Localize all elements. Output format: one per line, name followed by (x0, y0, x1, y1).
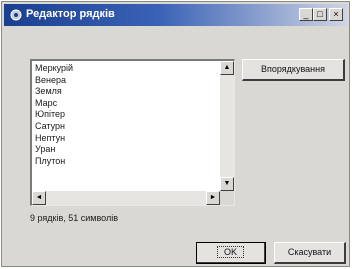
vertical-scrollbar[interactable]: ▲ ▼ (220, 61, 234, 191)
window-title: Редактор рядків (26, 8, 115, 20)
scrollbar-corner (220, 191, 234, 205)
scroll-up-arrow-icon[interactable]: ▲ (220, 61, 234, 75)
dialog-window: Редактор рядків _ □ × Меркурій Венера Зе… (1, 1, 350, 267)
gear-icon (10, 9, 22, 21)
lines-listbox[interactable]: Меркурій Венера Земля Марс Юпітер Сатурн… (30, 59, 235, 206)
horizontal-scrollbar[interactable]: ◄ ► (32, 191, 220, 205)
list-item[interactable]: Плутон (35, 156, 218, 168)
list-item[interactable]: Уран (35, 144, 218, 156)
close-button[interactable]: × (329, 8, 343, 21)
status-text: 9 рядків, 51 символів (30, 213, 119, 223)
ok-button-label: OK (216, 246, 244, 258)
ok-button[interactable]: OK (196, 242, 266, 264)
cancel-button[interactable]: Скасувати (274, 242, 346, 264)
list-item[interactable]: Сатурн (35, 121, 218, 133)
sort-button[interactable]: Впорядкування (242, 59, 345, 81)
list-item[interactable]: Венера (35, 75, 218, 87)
list-item[interactable]: Марс (35, 98, 218, 110)
minimize-button[interactable]: _ (299, 8, 313, 21)
list-items: Меркурій Венера Земля Марс Юпітер Сатурн… (35, 63, 218, 167)
list-item[interactable]: Юпітер (35, 109, 218, 121)
title-bar[interactable]: Редактор рядків _ □ × (4, 4, 347, 26)
list-item[interactable]: Земля (35, 86, 218, 98)
scroll-right-arrow-icon[interactable]: ► (206, 191, 220, 205)
maximize-button[interactable]: □ (313, 8, 327, 21)
scroll-down-arrow-icon[interactable]: ▼ (220, 177, 234, 191)
scroll-left-arrow-icon[interactable]: ◄ (32, 191, 46, 205)
list-item[interactable]: Меркурій (35, 63, 218, 75)
list-item[interactable]: Нептун (35, 133, 218, 145)
